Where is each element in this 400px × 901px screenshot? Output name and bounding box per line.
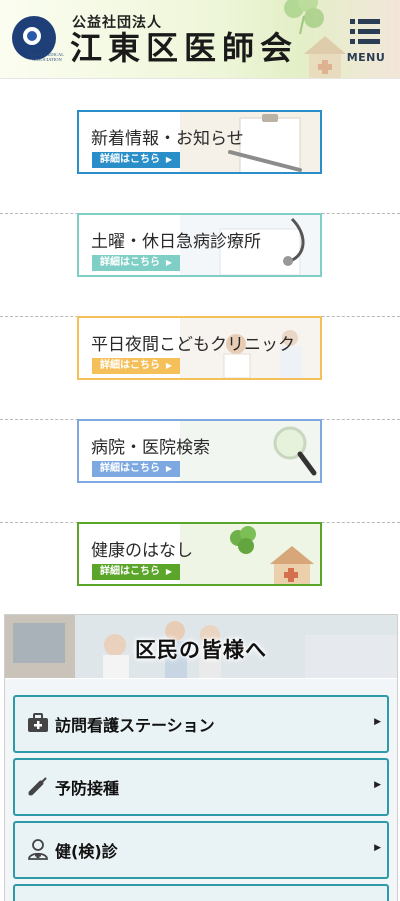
chevron-right-icon: ▶	[374, 717, 381, 727]
residents-section: 区民の皆様へ 訪問看護ステーション ▶ 予防接種 ▶ 健(検)診 ▶	[4, 614, 398, 901]
house-decoration	[304, 36, 346, 78]
more-label: 詳細はこちら	[100, 566, 160, 577]
banner-row: 土曜・休日急病診療所 詳細はこちら ▶	[0, 213, 400, 317]
banner-hospital-search[interactable]: 病院・医院検索 詳細はこちら ▶	[77, 419, 322, 483]
banner-row: 新着情報・お知らせ 詳細はこちら ▶	[0, 110, 400, 214]
more-label: 詳細はこちら	[100, 463, 160, 474]
banner-label: 新着情報・お知らせ	[91, 129, 244, 149]
chevron-right-icon: ▶	[374, 843, 381, 853]
site-title[interactable]: 江東区医師会	[70, 28, 298, 68]
banner-row: 健康のはなし 詳細はこちら ▶	[0, 522, 400, 625]
banner-row: 平日夜間こどもクリニック 詳細はこちら ▶	[0, 316, 400, 420]
more-label: 詳細はこちら	[100, 257, 160, 268]
arrow-right-icon: ▶	[165, 464, 172, 473]
banner-label: 健康のはなし	[91, 541, 193, 561]
residents-menu: 訪問看護ステーション ▶ 予防接種 ▶ 健(検)診 ▶	[5, 679, 397, 901]
logo-text: KOTO MEDICAL ASSOCIATION	[29, 52, 65, 62]
more-label: 詳細はこちら	[100, 154, 160, 165]
menu-item-vaccination[interactable]: 予防接種 ▶	[13, 758, 389, 816]
banner-night-kids-clinic[interactable]: 平日夜間こどもクリニック 詳細はこちら ▶	[77, 316, 322, 380]
banner-health-talk[interactable]: 健康のはなし 詳細はこちら ▶	[77, 522, 322, 586]
residents-title: 区民の皆様へ	[135, 638, 267, 662]
more-link[interactable]: 詳細はこちら ▶	[92, 461, 180, 477]
more-label: 詳細はこちら	[100, 360, 160, 371]
banner-label: 病院・医院検索	[91, 438, 210, 458]
banner-label: 土曜・休日急病診療所	[91, 232, 261, 252]
clover-house-image	[180, 524, 320, 584]
doctor-icon	[28, 839, 48, 860]
menu-item-health-checkup[interactable]: 健(検)診 ▶	[13, 821, 389, 879]
menu-item-home-nursing[interactable]: 訪問看護ステーション ▶	[13, 695, 389, 753]
syringe-icon	[28, 777, 47, 796]
more-link[interactable]: 詳細はこちら ▶	[92, 152, 180, 168]
menu-item-next[interactable]	[13, 884, 389, 901]
menu-button[interactable]: MENU	[344, 14, 388, 64]
more-link[interactable]: 詳細はこちら ▶	[92, 564, 180, 580]
arrow-right-icon: ▶	[165, 155, 172, 164]
more-link[interactable]: 詳細はこちら ▶	[92, 255, 180, 271]
more-link[interactable]: 詳細はこちら ▶	[92, 358, 180, 374]
banner-emergency-clinic[interactable]: 土曜・休日急病診療所 詳細はこちら ▶	[77, 213, 322, 277]
menu-label: MENU	[346, 51, 386, 64]
menu-item-label: 訪問看護ステーション	[55, 716, 215, 735]
arrow-right-icon: ▶	[165, 361, 172, 370]
menu-item-label: 予防接種	[55, 779, 120, 798]
banner-news[interactable]: 新着情報・お知らせ 詳細はこちら ▶	[77, 110, 322, 174]
hamburger-icon	[350, 19, 380, 44]
banner-label: 平日夜間こどもクリニック	[91, 335, 295, 355]
arrow-right-icon: ▶	[165, 258, 172, 267]
banner-row: 病院・医院検索 詳細はこちら ▶	[0, 419, 400, 523]
chevron-right-icon: ▶	[374, 780, 381, 790]
site-header: KOTO MEDICAL ASSOCIATION 公益社団法人 江東区医師会 M…	[0, 0, 400, 79]
medical-bag-icon	[28, 713, 48, 732]
arrow-right-icon: ▶	[165, 567, 172, 576]
menu-item-label: 健(検)診	[55, 842, 118, 861]
residents-header: 区民の皆様へ	[5, 615, 397, 678]
